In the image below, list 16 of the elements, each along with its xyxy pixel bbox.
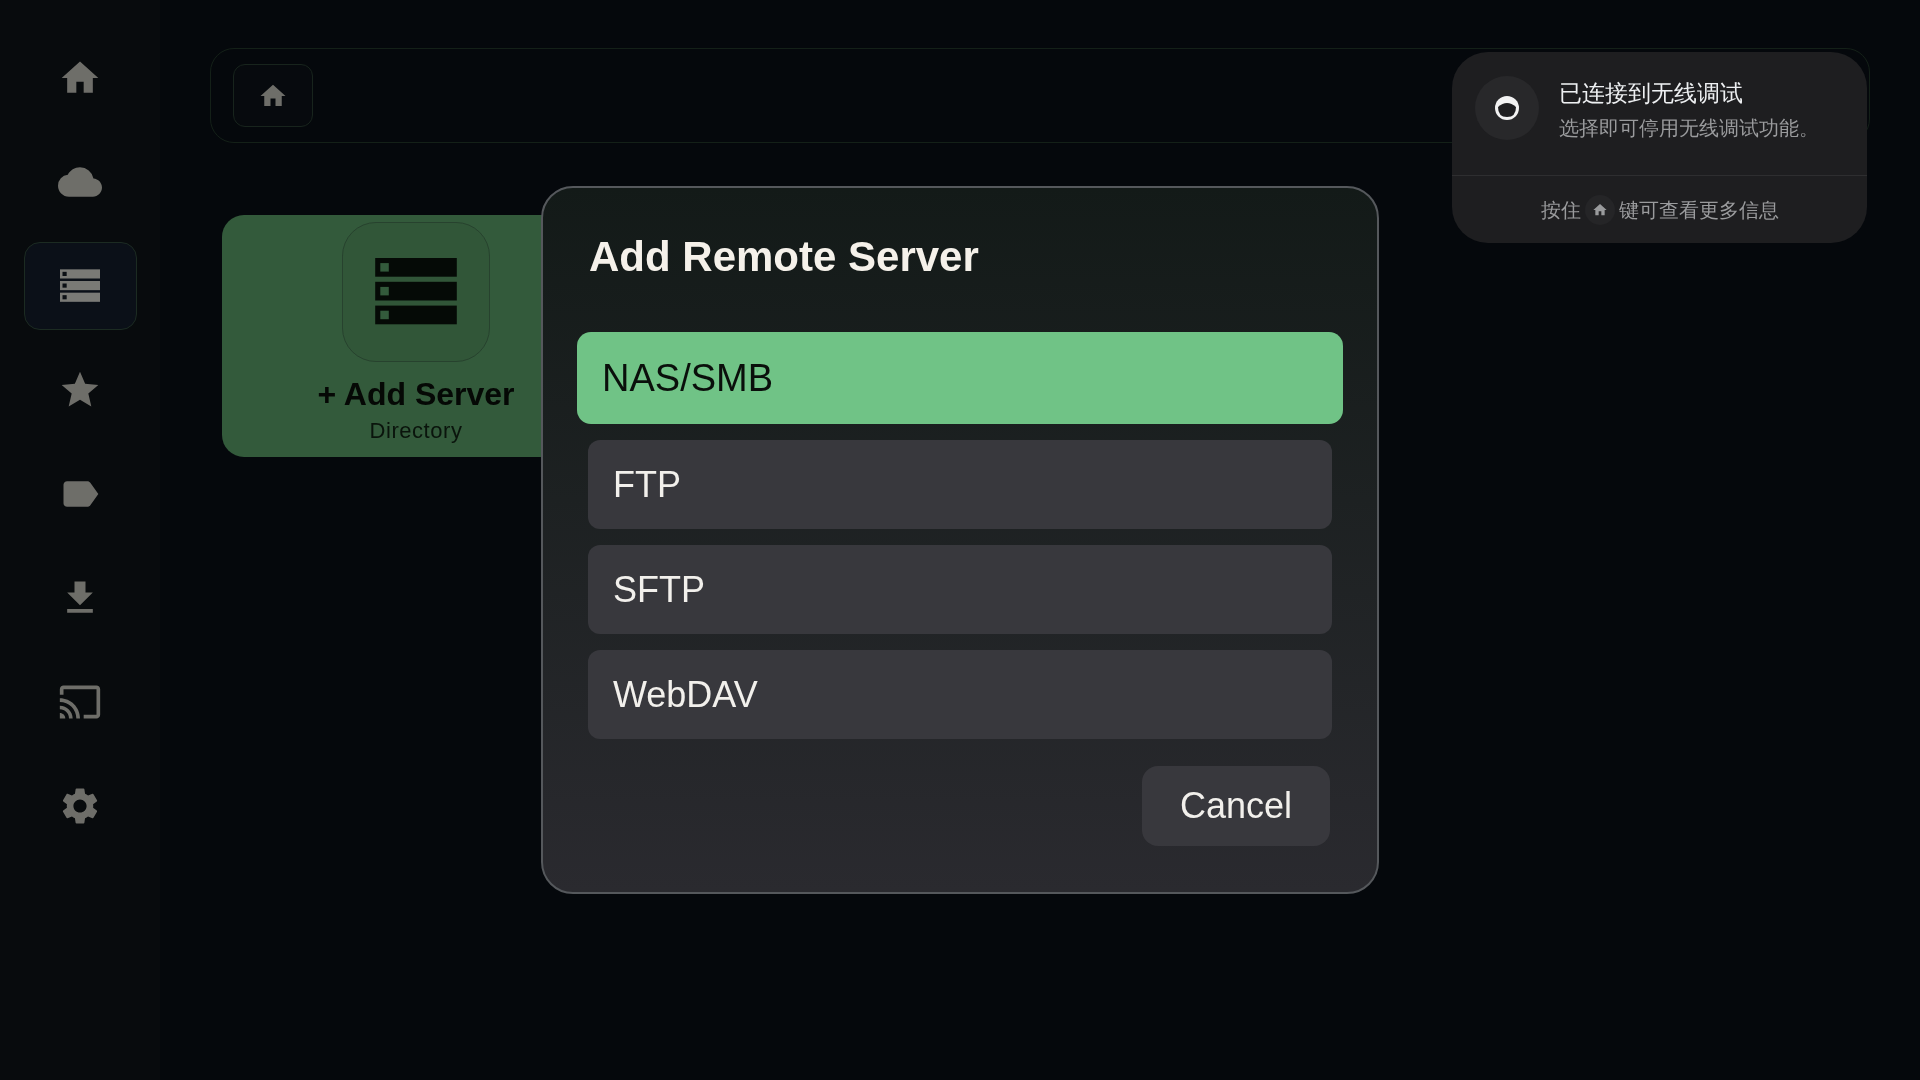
- home-button[interactable]: [233, 64, 313, 127]
- server-type-option[interactable]: WebDAV: [588, 650, 1332, 739]
- notification-hint: 键可查看更多信息: [1618, 196, 1779, 224]
- cancel-button[interactable]: Cancel: [1142, 766, 1330, 846]
- card-title: + Add Server: [317, 378, 515, 410]
- notification-title: 已连接到无线调试: [1559, 79, 1744, 108]
- sidebar-item[interactable]: [23, 242, 137, 330]
- home-key-icon: [1591, 201, 1608, 218]
- server-type-option[interactable]: FTP: [588, 440, 1332, 529]
- notification-message: 选择即可停用无线调试功能。: [1559, 115, 1819, 142]
- card-subtitle: Directory: [369, 420, 463, 442]
- server-list-icon: [60, 269, 100, 303]
- server-type-option[interactable]: NAS/SMB: [577, 332, 1343, 424]
- notification-hint: 按住: [1540, 196, 1581, 224]
- server-icon: [374, 258, 458, 326]
- server-type-option[interactable]: SFTP: [588, 545, 1332, 634]
